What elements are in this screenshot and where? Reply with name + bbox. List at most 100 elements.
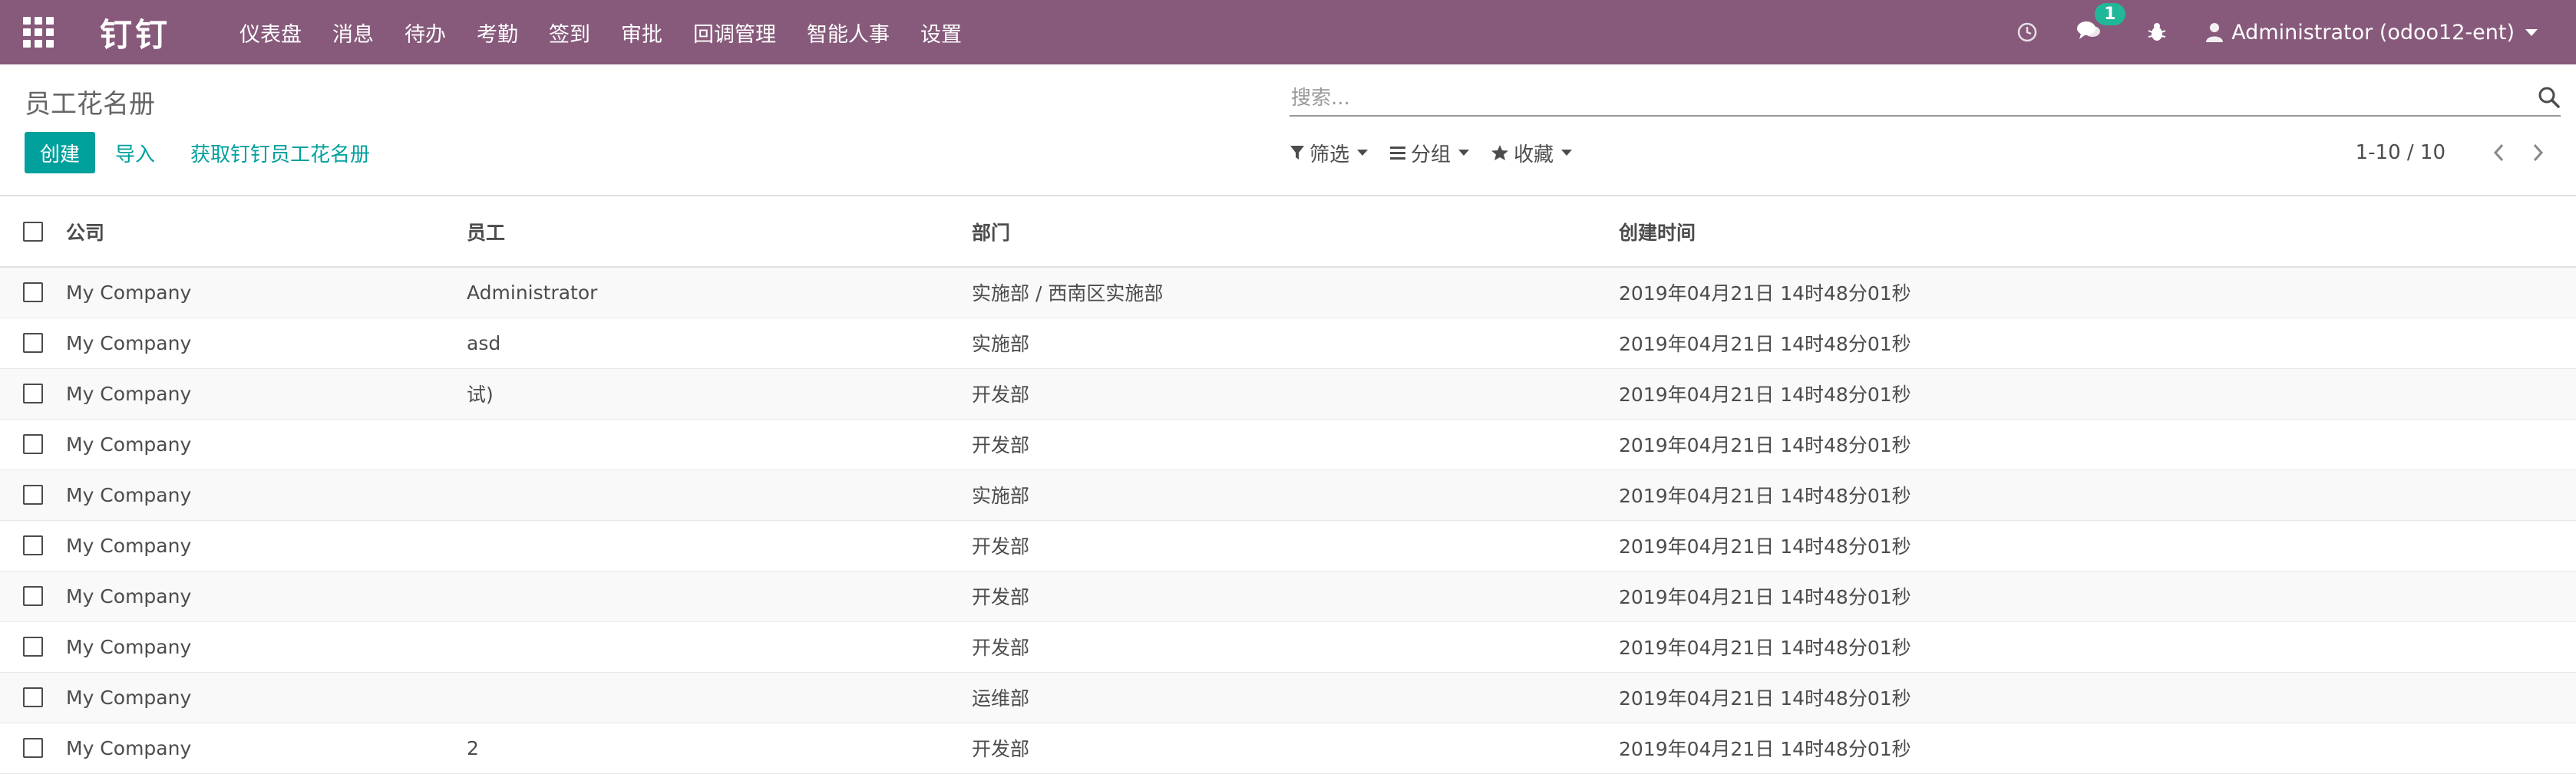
row-checkbox[interactable]: [23, 485, 43, 505]
table-row[interactable]: My Company 试) 开发部 2019年04月21日 14时48分01秒: [0, 368, 2576, 419]
user-menu[interactable]: Administrator (odoo12-ent): [2205, 21, 2538, 44]
row-checkbox[interactable]: [23, 384, 43, 403]
filter-dropdown[interactable]: 筛选: [1290, 139, 1369, 167]
cell-department: 开发部: [972, 586, 1030, 608]
row-checkbox[interactable]: [23, 282, 43, 303]
cell-created: 2019年04月21日 14时48分01秒: [1619, 485, 1911, 507]
menu-item-dashboard[interactable]: 仪表盘: [239, 18, 302, 48]
cell-created: 2019年04月21日 14时48分01秒: [1619, 535, 1911, 558]
employee-roster-table: 公司 员工 部门 创建时间 My Company Administrator 实…: [0, 196, 2576, 774]
menu-item-settings[interactable]: 设置: [920, 18, 962, 48]
cell-company: My Company: [66, 331, 192, 354]
cell-created: 2019年04月21日 14时48分01秒: [1619, 738, 1911, 760]
cell-employee: [467, 672, 972, 723]
table-row[interactable]: My Company 开发部 2019年04月21日 14时48分01秒: [0, 621, 2576, 672]
cell-company: My Company: [66, 382, 192, 405]
favorites-dropdown[interactable]: 收藏: [1491, 139, 1573, 167]
search-bar: [1290, 80, 2561, 117]
cell-department: 运维部: [972, 687, 1030, 710]
search-input[interactable]: [1290, 83, 2487, 114]
create-button[interactable]: 创建: [25, 132, 95, 173]
cell-employee: 2: [467, 736, 479, 759]
cell-department: 开发部: [972, 738, 1030, 760]
cell-employee: [467, 621, 972, 672]
cell-created: 2019年04月21日 14时48分01秒: [1619, 333, 1911, 355]
caret-down-icon: [1357, 150, 1369, 156]
column-header-company[interactable]: 公司: [66, 196, 467, 267]
user-name: Administrator (odoo12-ent): [2231, 20, 2515, 44]
cell-created: 2019年04月21日 14时48分01秒: [1619, 687, 1911, 710]
cell-department: 实施部: [972, 333, 1030, 355]
caret-down-icon: [2525, 28, 2538, 36]
row-checkbox[interactable]: [23, 434, 43, 454]
table-row[interactable]: My Company Administrator 实施部 / 西南区实施部 20…: [0, 267, 2576, 318]
row-checkbox[interactable]: [23, 738, 43, 758]
fetch-roster-button[interactable]: 获取钉钉员工花名册: [190, 132, 370, 173]
search-options: 筛选 分组 收藏: [1290, 132, 1573, 173]
row-checkbox[interactable]: [23, 535, 43, 555]
cell-created: 2019年04月21日 14时48分01秒: [1619, 637, 1911, 659]
pager-next-icon[interactable]: [2531, 143, 2545, 163]
row-checkbox[interactable]: [23, 687, 43, 707]
menu-item-attendance[interactable]: 考勤: [477, 18, 518, 48]
table-row[interactable]: My Company 开发部 2019年04月21日 14时48分01秒: [0, 419, 2576, 469]
cell-department: 开发部: [972, 384, 1030, 406]
table-row[interactable]: My Company 开发部 2019年04月21日 14时48分01秒: [0, 571, 2576, 621]
table-body: My Company Administrator 实施部 / 西南区实施部 20…: [0, 267, 2576, 773]
groupby-dropdown[interactable]: 分组: [1389, 139, 1470, 167]
table-row[interactable]: My Company 运维部 2019年04月21日 14时48分01秒: [0, 672, 2576, 723]
cell-company: My Company: [66, 585, 192, 608]
list-icon: [1389, 145, 1411, 160]
cell-department: 开发部: [972, 535, 1030, 558]
search-icon[interactable]: [2538, 86, 2561, 112]
menu-item-todo[interactable]: 待办: [405, 18, 446, 48]
cell-created: 2019年04月21日 14时48分01秒: [1619, 434, 1911, 456]
activity-clock-icon[interactable]: [2016, 21, 2038, 43]
cell-employee: [467, 469, 972, 520]
cell-employee: [467, 520, 972, 571]
column-header-department[interactable]: 部门: [972, 196, 1619, 267]
cell-company: My Company: [66, 736, 192, 759]
table-row[interactable]: My Company 开发部 2019年04月21日 14时48分01秒: [0, 520, 2576, 571]
column-header-employee[interactable]: 员工: [467, 196, 972, 267]
top-navbar: 钉钉 仪表盘 消息 待办 考勤 签到 审批 回调管理 智能人事 设置 1 Adm…: [0, 0, 2576, 64]
cell-company: My Company: [66, 433, 192, 456]
cell-department: 开发部: [972, 637, 1030, 659]
row-checkbox[interactable]: [23, 637, 43, 657]
cell-company: My Company: [66, 281, 192, 304]
cell-employee: [467, 571, 972, 621]
table-row[interactable]: My Company 实施部 2019年04月21日 14时48分01秒: [0, 469, 2576, 520]
filter-label: 筛选: [1309, 143, 1350, 166]
pager: 1-10 / 10: [2356, 132, 2545, 173]
menu-item-messages[interactable]: 消息: [332, 18, 374, 48]
cell-employee: [467, 419, 972, 469]
table-row[interactable]: My Company 2 开发部 2019年04月21日 14时48分01秒: [0, 723, 2576, 773]
cell-company: My Company: [66, 534, 192, 557]
main-menu: 仪表盘 消息 待办 考勤 签到 审批 回调管理 智能人事 设置: [239, 18, 962, 48]
pager-value[interactable]: 1-10 / 10: [2356, 141, 2446, 164]
cell-department: 开发部: [972, 434, 1030, 456]
cell-employee: Administrator: [467, 281, 598, 304]
user-avatar-icon: [2205, 21, 2224, 43]
app-brand: 钉钉: [100, 15, 171, 54]
pager-previous-icon[interactable]: [2492, 143, 2505, 163]
menu-item-checkin[interactable]: 签到: [549, 18, 590, 48]
cell-created: 2019年04月21日 14时48分01秒: [1619, 586, 1911, 608]
message-count-badge: 1: [2095, 3, 2125, 25]
column-header-created[interactable]: 创建时间: [1619, 196, 2576, 267]
cell-company: My Company: [66, 483, 192, 506]
cell-department: 实施部: [972, 485, 1030, 507]
menu-item-approval[interactable]: 审批: [621, 18, 662, 48]
menu-item-smart-hr[interactable]: 智能人事: [807, 18, 890, 48]
caret-down-icon: [1458, 150, 1470, 156]
row-checkbox[interactable]: [23, 333, 43, 353]
row-checkbox[interactable]: [23, 586, 43, 606]
select-all-checkbox[interactable]: [23, 221, 43, 242]
import-button[interactable]: 导入: [115, 132, 155, 173]
messaging-menu[interactable]: 1: [2076, 3, 2125, 44]
table-row[interactable]: My Company asd 实施部 2019年04月21日 14时48分01秒: [0, 318, 2576, 368]
apps-grid-icon[interactable]: [23, 17, 54, 48]
menu-item-callback[interactable]: 回调管理: [693, 18, 776, 48]
debug-bug-icon[interactable]: [2147, 21, 2167, 43]
cell-employee: asd: [467, 331, 501, 354]
